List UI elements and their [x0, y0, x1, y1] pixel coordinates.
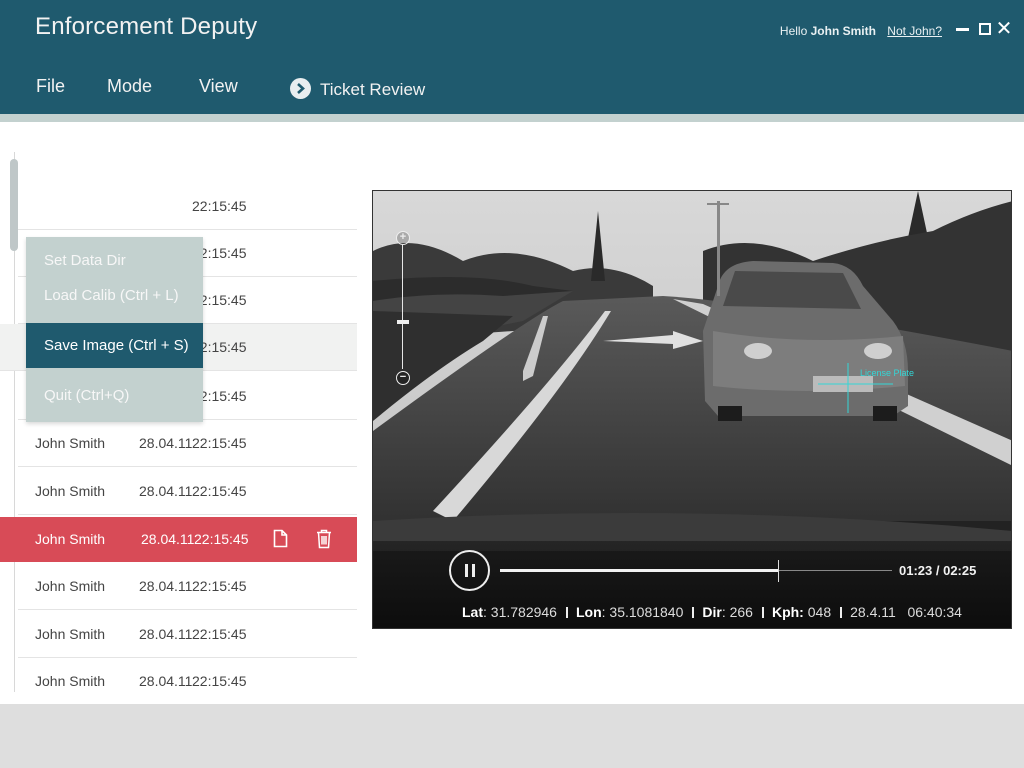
record-time: 22:15:45 — [192, 198, 247, 214]
main-area: 22:15:4522:15:45John Smith28.04.1122:15:… — [0, 122, 1024, 705]
time-readout: 01:23 / 02:25 — [899, 563, 977, 578]
menu-file[interactable]: File — [36, 76, 65, 97]
sub-bar — [0, 114, 1024, 122]
record-date: 28.04.11 — [141, 531, 195, 547]
menu-set-data-dir[interactable]: Set Data Dir — [26, 243, 203, 278]
record-time: 22:15:45 — [192, 578, 247, 594]
menu-mode[interactable]: Mode — [107, 76, 152, 97]
telemetry-date: 28.4.11 — [850, 604, 896, 620]
kph-label: Kph: — [771, 604, 804, 620]
zoom-out-icon[interactable]: − — [396, 371, 410, 385]
dir-label: Dir — [702, 604, 722, 620]
pause-icon[interactable] — [449, 550, 490, 591]
footer-area — [0, 704, 1024, 768]
maximize-icon[interactable] — [976, 19, 994, 39]
kph-value: 048 — [807, 604, 832, 620]
table-row[interactable]: John Smith 28.04.1122:15:45 — [18, 611, 357, 658]
menu-view[interactable]: View — [199, 76, 238, 97]
seek-bar[interactable] — [500, 560, 892, 582]
not-user-link[interactable]: Not John? — [887, 24, 942, 38]
lat-label: Lat — [462, 604, 483, 620]
table-row[interactable]: John Smith 28.04.1122:15:45 — [18, 468, 357, 515]
record-date: 28.04.11 — [139, 483, 193, 499]
playback-controls: 01:23 / 02:25 Lat: 31.782946 Lon: 35.1081… — [373, 541, 1011, 628]
close-icon[interactable]: ✕ — [995, 19, 1013, 39]
menu-quit[interactable]: Quit (Ctrl+Q) — [26, 378, 203, 413]
table-row[interactable]: John Smith 28.04.1122:15:45 — [18, 563, 357, 610]
minimize-icon[interactable] — [953, 19, 971, 39]
ticket-review-label: Ticket Review — [320, 80, 426, 99]
video-player[interactable]: License Plate + − 01:23 / 02:25 Lat: 31.… — [372, 190, 1012, 629]
chevron-right-circle-icon — [290, 78, 311, 99]
record-date: 28.04.11 — [139, 435, 193, 451]
zoom-in-icon[interactable]: + — [396, 231, 410, 245]
record-date: 28.04.11 — [139, 578, 193, 594]
app-title: Enforcement Deputy — [35, 13, 258, 40]
document-icon[interactable] — [273, 529, 288, 551]
record-name: John Smith — [35, 578, 106, 594]
table-row[interactable]: John Smith 28.04.1122:15:45 — [0, 517, 357, 562]
telemetry-readout: Lat: 31.782946 Lon: 35.1081840 Dir: 266 Kph… — [462, 604, 962, 620]
table-row[interactable]: John Smith 28.04.1122:15:45 — [18, 420, 357, 467]
record-time: 22:15:45 — [192, 435, 247, 451]
license-plate-label: License Plate — [860, 368, 915, 378]
greeting-text: Hello — [779, 24, 808, 38]
record-name: John Smith — [35, 435, 106, 451]
lon-label: Lon — [575, 604, 602, 620]
user-name: John Smith — [810, 24, 876, 38]
record-time: 22:15:45 — [192, 483, 247, 499]
scrollbar-thumb[interactable] — [10, 159, 18, 251]
menu-save-image[interactable]: Save Image (Ctrl + S) — [26, 323, 203, 368]
record-name: John Smith — [35, 531, 106, 547]
title-bar: Enforcement Deputy Hello John Smith Not … — [0, 0, 1024, 114]
record-date: 28.04.11 — [139, 673, 193, 689]
record-time: 22:15:45 — [192, 673, 247, 689]
record-time: 22:15:45 — [192, 626, 247, 642]
record-date: 28.04.11 — [139, 626, 193, 642]
dir-value: : 266 — [721, 604, 753, 620]
record-name: John Smith — [35, 673, 106, 689]
table-row[interactable]: 22:15:45 — [18, 183, 357, 230]
zoom-slider-handle[interactable] — [397, 319, 409, 324]
menu-load-calib[interactable]: Load Calib (Ctrl + L) — [26, 278, 203, 313]
table-row[interactable]: John Smith 28.04.1122:15:45 — [18, 658, 357, 705]
record-name: John Smith — [35, 626, 106, 642]
lon-value: : 35.1081840 — [601, 604, 684, 620]
ticket-review-button[interactable]: Ticket Review — [290, 78, 425, 100]
file-menu-dropdown: Set Data Dir Load Calib (Ctrl + L) Save … — [26, 237, 203, 422]
app-window: Enforcement Deputy Hello John Smith Not … — [0, 0, 1024, 768]
trash-icon[interactable] — [316, 529, 332, 552]
telemetry-time: 06:40:34 — [907, 604, 962, 620]
record-name: John Smith — [35, 483, 106, 499]
seek-handle[interactable] — [778, 560, 780, 582]
lat-value: : 31.782946 — [483, 604, 557, 620]
record-time: 22:15:45 — [194, 531, 249, 547]
seek-progress — [500, 569, 779, 572]
zoom-track[interactable] — [402, 245, 403, 369]
zoom-control: + − — [395, 231, 411, 385]
user-info: Hello John Smith Not John? — [780, 24, 942, 38]
